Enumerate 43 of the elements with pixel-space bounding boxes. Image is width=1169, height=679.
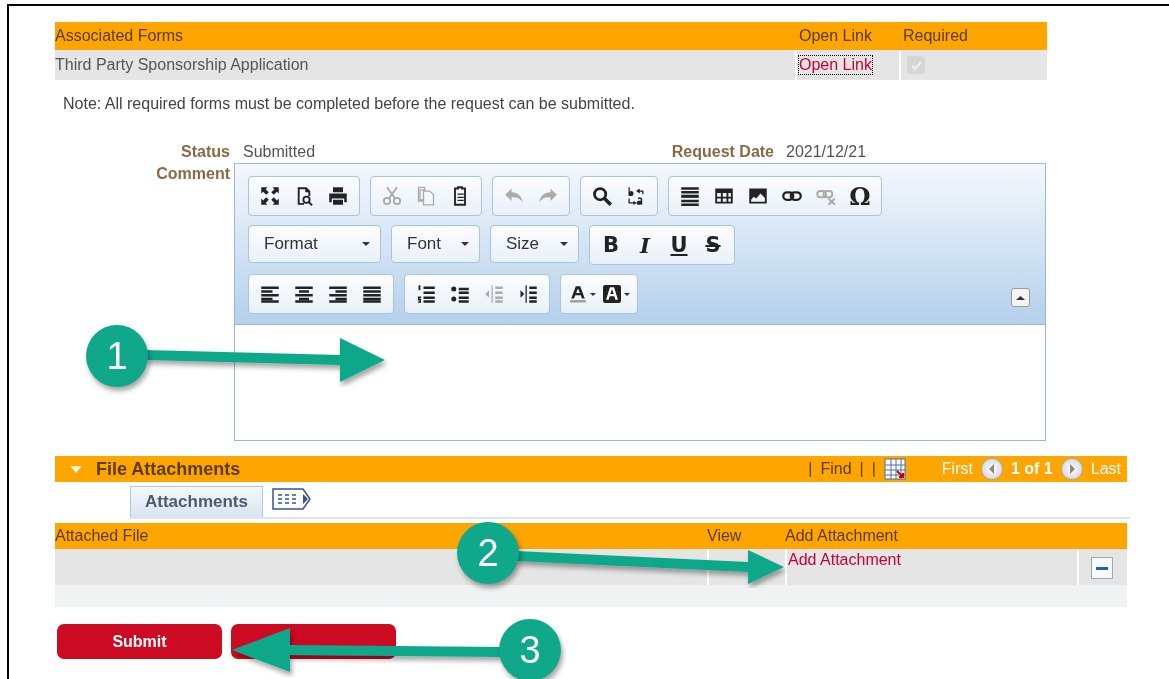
- field-label: Status: [180, 143, 230, 161]
- note-text: Note: All required forms must be completed before the request can be submitted.: [63, 95, 636, 113]
- submit-button[interactable]: Submit: [57, 624, 222, 659]
- format-button[interactable]: S: [696, 230, 730, 260]
- column-header: Associated Forms: [55, 27, 185, 45]
- column-header: Attached File: [55, 527, 150, 545]
- previous-button[interactable]: [980, 458, 1003, 480]
- grid-download-icon[interactable]: [883, 458, 906, 480]
- separator-text: |: [871, 460, 876, 478]
- tab[interactable]: Attachments: [130, 486, 263, 517]
- dropdown[interactable]: Size: [490, 225, 579, 263]
- add-attachment-link[interactable]: Add Attachment: [788, 551, 901, 569]
- column-header: View: [707, 527, 743, 545]
- format-button[interactable]: Ω: [843, 181, 877, 211]
- right-triangle-icon: [1067, 464, 1076, 474]
- format-button[interactable]: B: [594, 230, 628, 260]
- format-button[interactable]: I: [628, 230, 662, 260]
- delete-row-button[interactable]: [1091, 557, 1113, 579]
- dropdown[interactable]: Format: [248, 225, 381, 263]
- separator-text: |: [859, 460, 864, 478]
- section-title: File Attachments: [96, 458, 241, 480]
- rich-text-editor[interactable]: Ω Format Font Size B I U S: [234, 163, 1046, 441]
- column-header: Add Attachment: [785, 527, 899, 545]
- format-button[interactable]: U: [662, 230, 696, 260]
- step-badge: 1: [86, 325, 148, 387]
- field-value: 2021/12/21: [786, 143, 867, 161]
- page-count: 1 of 1: [1010, 460, 1053, 478]
- minus-icon: [1096, 566, 1108, 570]
- field-value: Submitted: [243, 143, 317, 161]
- table-cell-text: Third Party Sponsorship Application: [55, 56, 310, 74]
- field-label: Comment: [155, 165, 230, 183]
- find-link[interactable]: Find: [820, 460, 852, 478]
- show-all-columns-icon[interactable]: [270, 487, 313, 511]
- left-triangle-icon: [987, 464, 996, 474]
- column-header: Required: [902, 27, 969, 45]
- next-button[interactable]: [1060, 458, 1083, 480]
- collapse-button[interactable]: [1011, 288, 1030, 307]
- field-label: Request Date: [670, 143, 774, 161]
- caret-up-icon: [1016, 294, 1025, 301]
- step-badge: 3: [499, 619, 561, 679]
- dropdown[interactable]: Font: [391, 225, 480, 263]
- separator-text: |: [808, 460, 813, 478]
- column-header: Open Link: [798, 27, 873, 45]
